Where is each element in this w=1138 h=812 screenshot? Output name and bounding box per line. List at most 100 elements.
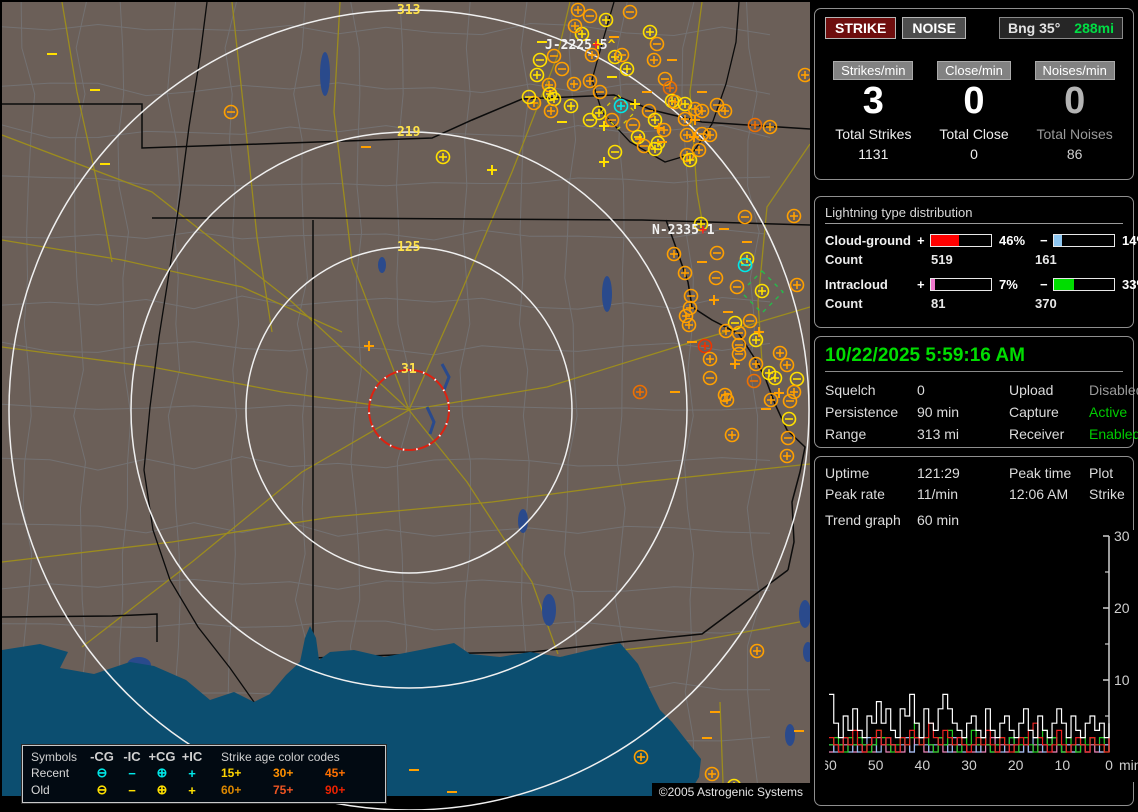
plot-label: Plot <box>1089 465 1114 481</box>
noise-button[interactable]: NOISE <box>902 17 966 39</box>
status-row: Persistence 90 min Capture Active <box>825 404 1127 420</box>
svg-text:30: 30 <box>961 757 977 773</box>
sidebar: STRIKE NOISE Bng 35° 288mi Strikes/min 3… <box>812 0 1138 812</box>
session-row: Uptime 121:29 Peak time Plot <box>825 465 1123 481</box>
intracloud-count-row: Count 81 370 <box>825 296 1123 311</box>
range-setting-value: 313 mi <box>917 426 960 442</box>
strikes-per-min-badge: Strikes/min <box>833 61 914 80</box>
range-ring-label: 125 <box>397 240 420 255</box>
storm-cell-label: J-2225+5^ <box>545 38 616 53</box>
upload-label: Upload <box>1009 382 1054 398</box>
close-counter-column: Close/min 0 Total Close 0 <box>926 61 1023 162</box>
uptime-label: Uptime <box>825 465 870 481</box>
cg-plus-old-icon: ⊕ <box>156 782 168 797</box>
trend-graph-label: Trend graph <box>825 512 901 528</box>
datetime-display: 10/22/2025 5:59:16 AM <box>825 345 1123 372</box>
cg-neg-count: 161 <box>1035 252 1057 267</box>
strike-button[interactable]: STRIKE <box>825 17 897 39</box>
total-noises-label: Total Noises <box>1036 125 1113 142</box>
legend-col-icn: -IC <box>123 749 141 764</box>
bearing-value: Bng 35° <box>1008 20 1061 36</box>
cloud-ground-label: Cloud-ground <box>825 233 911 248</box>
cg-pos-bar-fill <box>931 235 959 246</box>
cg-pos-count: 519 <box>931 252 953 267</box>
legend-recent-label: Recent <box>31 766 70 780</box>
cg-plus-recent-icon: ⊕ <box>156 765 168 780</box>
trend-graph: 30 20 10 60 50 40 30 20 10 0 min <box>825 530 1138 782</box>
legend-col-cgn: -CG <box>90 749 114 764</box>
cloud-ground-row: Cloud-ground + 46% − 14% <box>825 233 1138 248</box>
receiver-value: Enabled <box>1089 426 1138 442</box>
status-row: Range 313 mi Receiver Enabled <box>825 426 1138 442</box>
squelch-value: 0 <box>917 382 925 398</box>
minus-sign: − <box>1040 277 1048 292</box>
plus-sign: + <box>917 233 925 248</box>
age-15: 15+ <box>221 766 242 781</box>
distribution-panel: Lightning type distribution Cloud-ground… <box>814 196 1138 328</box>
cg-pos-bar <box>930 234 992 247</box>
close-per-min-badge: Close/min <box>937 61 1011 80</box>
total-close-value: 0 <box>970 145 978 162</box>
total-strikes-value: 1131 <box>858 145 889 162</box>
svg-text:60: 60 <box>825 757 837 773</box>
status-panel: 10/22/2025 5:59:16 AM Squelch 0 Upload D… <box>814 336 1138 448</box>
uptime-value: 121:29 <box>917 465 960 481</box>
trend-panel: Uptime 121:29 Peak time Plot Peak rate 1… <box>814 456 1138 806</box>
minus-sign: − <box>1040 233 1048 248</box>
age-75: 75+ <box>273 783 294 798</box>
status-row: Squelch 0 Upload Disabled <box>825 382 1138 398</box>
noises-per-min-value: 0 <box>1064 80 1086 122</box>
cg-neg-bar-fill <box>1054 235 1063 246</box>
peak-time-value: 12:06 AM <box>1009 486 1069 502</box>
cg-pos-pct: 46% <box>999 233 1026 248</box>
range-ring-label: 313 <box>397 3 420 18</box>
ic-minus-old-icon: − <box>128 782 136 798</box>
ic-pos-bar-fill <box>931 279 936 290</box>
ic-minus-recent-icon: − <box>128 765 136 781</box>
ic-pos-pct: 7% <box>999 277 1018 292</box>
range-ring-label: 219 <box>397 125 420 140</box>
counters-panel: STRIKE NOISE Bng 35° 288mi Strikes/min 3… <box>814 8 1134 180</box>
age-45: 45+ <box>325 766 346 781</box>
strikes-per-min-value: 3 <box>862 80 884 122</box>
total-strikes-label: Total Strikes <box>835 125 912 142</box>
cg-count-label: Count <box>825 252 863 267</box>
svg-text:50: 50 <box>868 757 884 773</box>
distribution-title: Lightning type distribution <box>825 205 1123 224</box>
cg-minus-old-icon: ⊖ <box>96 782 108 797</box>
svg-text:20: 20 <box>1114 600 1130 616</box>
legend-old-label: Old <box>31 783 50 797</box>
cg-minus-recent-icon: ⊖ <box>96 765 108 780</box>
capture-value: Active <box>1089 404 1128 420</box>
age-90: 90+ <box>325 783 346 798</box>
svg-text:20: 20 <box>1008 757 1024 773</box>
plot-mode-value: Strike <box>1089 486 1125 502</box>
trend-graph-window: 60 min <box>917 512 960 528</box>
bearing-range-indicator: Bng 35° 288mi <box>999 17 1123 39</box>
legend-col-cgp: +CG <box>148 749 176 764</box>
intracloud-row: Intracloud + 7% − 33% <box>825 277 1138 292</box>
ic-neg-bar-fill <box>1054 279 1074 290</box>
range-value: 288mi <box>1074 20 1114 36</box>
ic-pos-bar <box>930 278 992 291</box>
peak-rate-label: Peak rate <box>825 486 885 502</box>
ic-plus-old-icon: + <box>188 782 196 798</box>
persistence-label: Persistence <box>825 404 899 420</box>
upload-value: Disabled <box>1089 382 1138 398</box>
ic-neg-count: 370 <box>1035 296 1057 311</box>
close-per-min-value: 0 <box>963 80 985 122</box>
svg-text:30: 30 <box>1114 530 1130 544</box>
plus-sign: + <box>917 277 925 292</box>
cloud-ground-count-row: Count 519 161 <box>825 252 1123 267</box>
storm-cell-label: N-2335+1 <box>652 223 715 238</box>
capture-label: Capture <box>1009 404 1059 420</box>
squelch-label: Squelch <box>825 382 876 398</box>
peak-rate-value: 11/min <box>917 486 958 502</box>
map-area[interactable]: 313 219 125 31 J-2225+5^ N-2335+1 Symbols -CG… <box>2 2 810 810</box>
ic-count-label: Count <box>825 296 863 311</box>
map-canvas[interactable]: 313 219 125 31 J-2225+5^ N-2335+1 <box>2 2 810 810</box>
noises-counter-column: Noises/min 0 Total Noises 86 <box>1026 61 1123 162</box>
legend-col-icp: +IC <box>181 749 203 764</box>
trend-graph-row: Trend graph 60 min <box>825 512 1123 528</box>
svg-text:10: 10 <box>1114 672 1130 688</box>
